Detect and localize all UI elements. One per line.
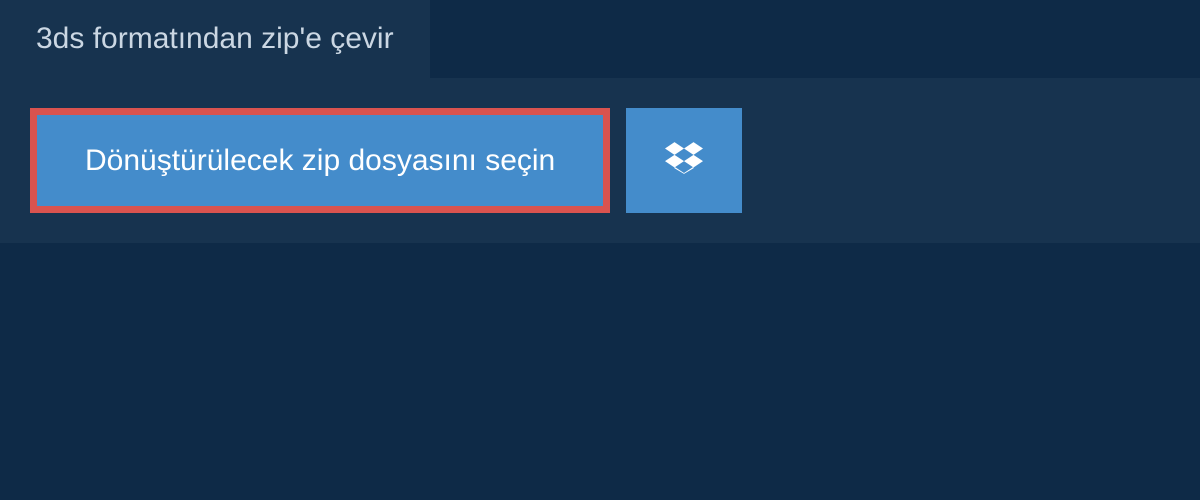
dropbox-button[interactable] <box>626 108 742 213</box>
choose-file-label: Dönüştürülecek zip dosyasını seçin <box>85 141 555 180</box>
choose-file-button[interactable]: Dönüştürülecek zip dosyasını seçin <box>30 108 610 213</box>
upload-panel: Dönüştürülecek zip dosyasını seçin <box>0 78 1200 243</box>
tab-converter[interactable]: 3ds formatından zip'e çevir <box>0 0 430 78</box>
tab-label: 3ds formatından zip'e çevir <box>36 22 394 55</box>
dropbox-icon <box>665 139 703 182</box>
